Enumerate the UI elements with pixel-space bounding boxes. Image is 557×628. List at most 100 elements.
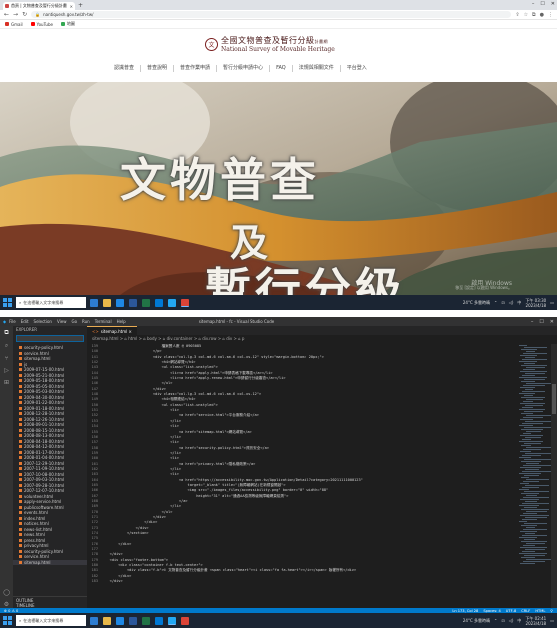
back-icon[interactable]: ← [4, 11, 9, 19]
menu-item-go[interactable]: Go [71, 319, 77, 324]
word-icon[interactable] [129, 298, 137, 307]
site-logo[interactable]: 文 全國文物普查及暫行分級計畫網 National Survey of Mova… [205, 35, 335, 53]
browser-tab[interactable]: 首頁 | 文物普查及暫行分級計畫 ✕ [3, 2, 75, 10]
bookmark-youtube[interactable]: YouTube [30, 22, 53, 27]
taskview-icon[interactable] [90, 616, 98, 625]
status-item[interactable]: HTML [535, 609, 545, 613]
close-window-icon[interactable]: ✕ [551, 0, 555, 9]
editor-tab-sitemap[interactable]: <> sitemap.html × [87, 326, 137, 335]
volume-icon[interactable]: ◁) [509, 300, 514, 305]
maximize-icon[interactable]: ☐ [540, 0, 544, 9]
profile-icon[interactable]: ● [540, 12, 544, 18]
clock[interactable]: 下午 03:30 2023/4/18 [525, 298, 546, 308]
nav-regulations[interactable]: 法規與相關文件 [293, 65, 341, 72]
store-icon[interactable] [155, 616, 163, 625]
menu-item-file[interactable]: File [9, 319, 16, 324]
extensions-icon[interactable]: ⧉ [532, 12, 536, 18]
url-field[interactable]: 🔒 nantiquesh.gov.tw/zh-tw/ [31, 11, 512, 18]
explorer-icon[interactable]: ⧉ [4, 329, 8, 337]
bookmark-gmail[interactable]: Gmail [5, 22, 23, 27]
extensions-icon[interactable]: ⊞ [4, 379, 9, 386]
new-tab-icon[interactable]: + [78, 2, 83, 9]
menu-item-view[interactable]: View [57, 319, 67, 324]
minimize-icon[interactable]: – [531, 319, 534, 325]
close-tab-icon[interactable]: ✕ [70, 4, 73, 9]
edge-icon[interactable] [116, 298, 124, 307]
start-icon[interactable] [3, 616, 12, 625]
tray-up-icon[interactable]: ⌃ [494, 618, 497, 623]
word-icon[interactable] [129, 616, 137, 625]
search-icon[interactable]: ⌕ [5, 342, 8, 350]
bookmark-maps[interactable]: 地圖 [60, 21, 75, 27]
problems-indicator[interactable]: ⊗ 0 ⚠ 0 [4, 609, 18, 613]
minimap-line [526, 511, 547, 512]
store-icon[interactable] [155, 298, 163, 307]
file-explorer-icon[interactable] [103, 298, 111, 307]
status-item[interactable]: ⚲ [550, 609, 553, 613]
scrollbar-thumb[interactable] [552, 384, 556, 414]
notification-icon[interactable]: ▭ [550, 300, 554, 305]
menu-item-help[interactable]: Help [117, 319, 126, 324]
minimap-line [523, 465, 551, 466]
minimap[interactable] [517, 344, 551, 608]
close-window-icon[interactable]: ✕ [550, 319, 554, 325]
weather-text[interactable]: 24°C 多雲時晴 [463, 618, 490, 624]
share-icon[interactable]: ⇪ [515, 12, 519, 18]
chrome-icon[interactable] [181, 298, 189, 307]
status-item[interactable]: Ln 173, Col 28 [452, 609, 478, 613]
ime-indicator[interactable]: 中 [517, 618, 521, 624]
code-editor[interactable]: 139 檔案實人數 @ 0903085 140 </p> 141 <div clas… [87, 344, 551, 608]
chrome-icon[interactable] [181, 616, 189, 625]
menu-icon[interactable]: ⋮ [548, 12, 553, 18]
taskbar-search[interactable]: ⌕ 在這裡輸入文字來搜尋 [16, 297, 86, 308]
vscode-icon[interactable] [168, 298, 176, 307]
status-item[interactable]: UTF-8 [506, 609, 516, 613]
address-bar-row: ← → ↻ 🔒 nantiquesh.gov.tw/zh-tw/ ⇪ ☆ ⧉ ●… [0, 10, 557, 20]
ime-indicator[interactable]: 中 [517, 300, 521, 306]
menu-item-selection[interactable]: Selection [34, 319, 52, 324]
menu-item-run[interactable]: Run [82, 319, 90, 324]
network-icon[interactable]: ⊡ [501, 618, 504, 623]
file-explorer-icon[interactable] [103, 616, 111, 625]
menu-item-terminal[interactable]: Terminal [95, 319, 112, 324]
bookmark-star-icon[interactable]: ☆ [524, 12, 528, 18]
nav-faq[interactable]: FAQ [270, 65, 293, 72]
taskbar-search[interactable]: ⌕ 在這裡輸入文字來搜尋 [16, 615, 86, 626]
edge-icon[interactable] [116, 616, 124, 625]
nav-grading-center[interactable]: 暫行分級申請中心 [217, 65, 271, 72]
volume-icon[interactable]: ◁) [509, 618, 514, 623]
forward-icon[interactable]: → [13, 11, 18, 19]
settings-gear-icon[interactable]: ⚙ [4, 601, 9, 608]
taskview-icon[interactable] [90, 298, 98, 307]
nav-survey-apply[interactable]: 普查作業申請 [174, 65, 218, 72]
status-item[interactable]: Spaces: 4 [483, 609, 500, 613]
nav-about-survey[interactable]: 認識普查 [108, 65, 142, 72]
weather-text[interactable]: 24°C 多雲時晴 [463, 300, 490, 306]
file-item[interactable]: sitemap.html [13, 559, 87, 565]
notification-icon[interactable]: ▭ [550, 618, 554, 623]
network-icon[interactable]: ⊡ [501, 300, 504, 305]
breadcrumb[interactable]: sitemap.html > ⌂ html > ⌂ body > ⌂ div.c… [87, 335, 557, 342]
html-file-icon [19, 445, 22, 449]
vscode-icon[interactable] [168, 616, 176, 625]
source-control-icon[interactable]: ⑂ [5, 355, 9, 362]
maximize-icon[interactable]: ☐ [539, 319, 543, 325]
account-icon[interactable]: ◯ [3, 589, 10, 596]
nav-login[interactable]: 平台登入 [341, 65, 373, 72]
excel-icon[interactable] [142, 616, 150, 625]
excel-icon[interactable] [142, 298, 150, 307]
editor-scrollbar[interactable] [551, 344, 557, 608]
minimap-line [519, 457, 531, 458]
tray-up-icon[interactable]: ⌃ [494, 300, 497, 305]
status-item[interactable]: CRLF [521, 609, 530, 613]
clock[interactable]: 下午 02:41 2023/4/18 [525, 616, 546, 626]
start-icon[interactable] [3, 298, 12, 307]
minimap-line [524, 443, 541, 444]
nav-survey-guide[interactable]: 普查說明 [141, 65, 175, 72]
minimize-icon[interactable]: – [532, 0, 535, 9]
menu-item-edit[interactable]: Edit [21, 319, 29, 324]
run-debug-icon[interactable]: ▷ [4, 367, 9, 374]
explorer-filter-input[interactable] [16, 335, 84, 342]
reload-icon[interactable]: ↻ [22, 11, 27, 19]
html-file-icon [19, 555, 22, 559]
